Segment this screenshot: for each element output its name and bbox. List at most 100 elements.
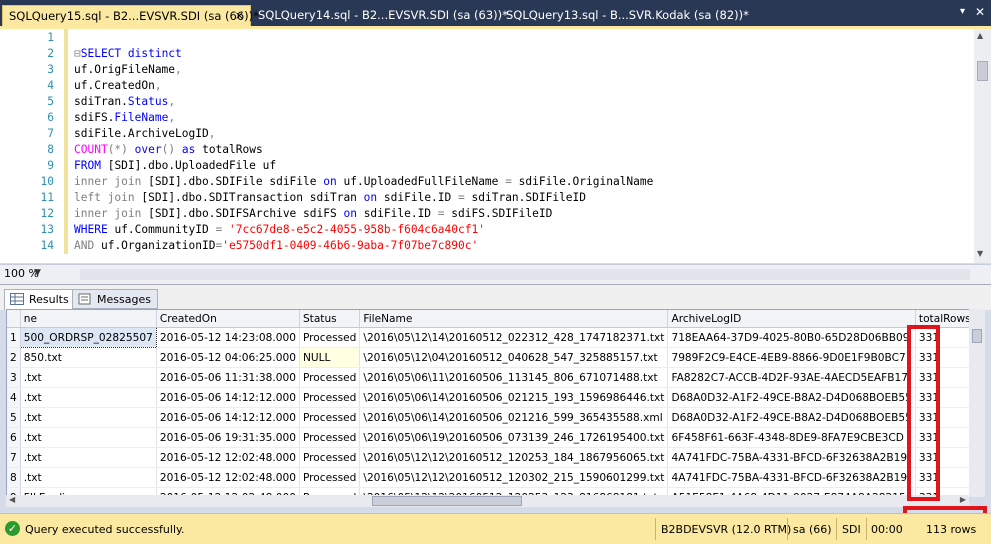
table-cell-file[interactable]: \2016\05\06\14\20160506_021216_599_36543… bbox=[359, 407, 669, 428]
sql-editor[interactable]: 1 ⊟SELECT distinct 2 uf.OrigFileName, 3 … bbox=[0, 29, 974, 263]
editor-horizontal-scrollbar[interactable] bbox=[80, 269, 970, 280]
line-number: 4 bbox=[47, 79, 54, 92]
table-cell-archive[interactable]: 6F458F61-663F-4348-8DE9-8FA7E9CBE3CD bbox=[667, 427, 916, 448]
table-cell-archive[interactable]: 4A741FDC-75BA-4331-BFCD-6F32638A2B19 bbox=[667, 447, 916, 468]
table-cell-status[interactable]: Processed bbox=[299, 367, 361, 388]
tab-messages[interactable]: Messages bbox=[72, 289, 158, 309]
code-line-2: uf.OrigFileName, bbox=[74, 63, 182, 76]
grid-vertical-scrollbar[interactable] bbox=[969, 309, 985, 497]
zoom-bar: 100 % ▼ bbox=[0, 264, 991, 284]
row-number-cell[interactable]: 3 bbox=[7, 367, 21, 388]
tab-label: Results bbox=[29, 293, 69, 306]
table-cell-name[interactable]: .txt bbox=[20, 447, 157, 468]
column-header-archivelogid[interactable]: ArchiveLogID bbox=[667, 310, 916, 328]
table-cell-file[interactable]: \2016\05\06\11\20160506_113145_806_67107… bbox=[359, 367, 669, 388]
table-cell-name[interactable]: 850.txt bbox=[20, 347, 157, 368]
tab-sqlquery15[interactable]: SQLQuery15.sql - B2...EVSVR.SDI (sa (66)… bbox=[2, 5, 259, 26]
table-cell-name[interactable]: .txt bbox=[20, 427, 157, 448]
table-cell-file[interactable]: \2016\05\12\12\20160512_120253_184_18679… bbox=[359, 447, 669, 468]
totalrows-highlight-box bbox=[907, 325, 940, 501]
table-row[interactable]: 4 .txt 2016-05-06 14:12:12.000 Processed \20… bbox=[7, 387, 970, 408]
table-cell-status[interactable]: Processed bbox=[299, 447, 361, 468]
close-icon[interactable]: × bbox=[235, 6, 244, 26]
table-cell-name[interactable]: .txt bbox=[20, 467, 157, 488]
table-row[interactable]: 8 .txt 2016-05-12 12:02:48.000 Processed \20… bbox=[7, 467, 970, 488]
scroll-down-icon[interactable]: ▼ bbox=[977, 249, 983, 258]
column-header-createdon[interactable]: CreatedOn bbox=[156, 310, 300, 328]
line-number: 1 bbox=[47, 31, 54, 44]
table-row[interactable]: 3 .txt 2016-05-06 11:31:38.000 Processed \20… bbox=[7, 367, 970, 388]
editor-vertical-scrollbar[interactable]: ▲ ▼ bbox=[974, 29, 991, 263]
grid-horizontal-scrollbar[interactable]: ◀ ▶ bbox=[6, 495, 969, 507]
table-cell-status[interactable]: Processed bbox=[299, 467, 361, 488]
chevron-down-icon[interactable]: ▼ bbox=[34, 268, 41, 278]
table-cell-name[interactable]: .txt bbox=[20, 407, 157, 428]
code-line-11: inner join [SDI].dbo.SDIFSArchive sdiFS … bbox=[74, 207, 553, 220]
column-header-filename[interactable]: FileName bbox=[359, 310, 669, 328]
table-cell-created[interactable]: 2016-05-06 19:31:35.000 bbox=[156, 427, 300, 448]
table-cell-status[interactable]: Processed bbox=[299, 327, 361, 348]
table-cell-archive[interactable]: D68A0D32-A1F2-49CE-B8A2-D4D068BOEB55 bbox=[667, 387, 916, 408]
table-cell-archive[interactable]: D68A0D32-A1F2-49CE-B8A2-D4D068BOEB55 bbox=[667, 407, 916, 428]
table-cell-created[interactable]: 2016-05-12 12:02:48.000 bbox=[156, 447, 300, 468]
tab-sqlquery14[interactable]: SQLQuery14.sql - B2...EVSVR.SDI (sa (63)… bbox=[252, 5, 514, 26]
table-row[interactable]: 5 .txt 2016-05-06 14:12:12.000 Processed \20… bbox=[7, 407, 970, 428]
table-cell-created[interactable]: 2016-05-12 12:02:48.000 bbox=[156, 467, 300, 488]
tab-results[interactable]: Results bbox=[4, 289, 76, 310]
table-cell-created[interactable]: 2016-05-12 14:23:08.000 bbox=[156, 327, 300, 348]
table-cell-file[interactable]: \2016\05\12\12\20160512_120302_215_15906… bbox=[359, 467, 669, 488]
scroll-left-icon[interactable]: ◀ bbox=[9, 495, 15, 504]
column-header-status[interactable]: Status bbox=[299, 310, 361, 328]
table-cell-archive[interactable]: 7989F2C9-E4CE-4EB9-8866-9D0E1F9B0BC7 bbox=[667, 347, 916, 368]
table-cell-name[interactable]: .txt bbox=[20, 367, 157, 388]
table-cell-file[interactable]: \2016\05\12\14\20160512_022312_428_17471… bbox=[359, 327, 669, 348]
close-window-icon[interactable]: ✕ bbox=[975, 5, 985, 19]
row-number-cell[interactable]: 1 bbox=[7, 327, 21, 348]
table-cell-name[interactable]: .txt bbox=[20, 387, 157, 408]
table-cell-archive[interactable]: 718EAA64-37D9-4025-80B0-65D28D06BB09 bbox=[667, 327, 916, 348]
row-number-cell[interactable]: 7 bbox=[7, 447, 21, 468]
table-cell-file[interactable]: \2016\05\06\14\20160506_021215_193_15969… bbox=[359, 387, 669, 408]
row-number-cell[interactable]: 5 bbox=[7, 407, 21, 428]
table-row[interactable]: 1 500_ORDRSP_02825507 2016-05-12 14:23:08.… bbox=[7, 327, 970, 348]
header-row: ne CreatedOn Status FileName ArchiveLogI… bbox=[7, 310, 970, 328]
divider bbox=[787, 518, 788, 540]
status-bar: ✓ Query executed successfully. B2BDEVSVR… bbox=[0, 513, 991, 544]
row-number-cell[interactable]: 4 bbox=[7, 387, 21, 408]
tab-sqlquery13[interactable]: SQLQuery13.sql - B...SVR.Kodak (sa (82))… bbox=[500, 5, 755, 26]
table-cell-status[interactable]: Processed bbox=[299, 387, 361, 408]
tab-label: SQLQuery15.sql - B2...EVSVR.SDI (sa (66)… bbox=[9, 9, 259, 23]
scrollbar-thumb[interactable] bbox=[372, 496, 522, 506]
table-cell-status[interactable]: NULL bbox=[299, 347, 361, 368]
table-row[interactable]: 2 850.txt 2016-05-12 04:06:25.000 NULL \2016… bbox=[7, 347, 970, 368]
table-cell-archive[interactable]: 4A741FDC-75BA-4331-BFCD-6F32638A2B19 bbox=[667, 467, 916, 488]
table-cell-status[interactable]: Processed bbox=[299, 427, 361, 448]
scrollbar-thumb[interactable] bbox=[977, 61, 988, 81]
table-cell-file[interactable]: \2016\05\06\19\20160506_073139_246_17261… bbox=[359, 427, 669, 448]
code-line-13: AND uf.OrganizationID='e5750df1-0409-46b… bbox=[74, 239, 479, 252]
table-row[interactable]: 6 .txt 2016-05-06 19:31:35.000 Processed \20… bbox=[7, 427, 970, 448]
table-cell-name[interactable]: 500_ORDRSP_02825507 bbox=[19, 327, 157, 348]
code-line-3: uf.CreatedOn, bbox=[74, 79, 162, 92]
table-cell-file[interactable]: \2016\05\12\04\20160512_040628_547_32588… bbox=[359, 347, 669, 368]
table-cell-created[interactable]: 2016-05-06 14:12:12.000 bbox=[156, 387, 300, 408]
scroll-up-icon[interactable]: ▲ bbox=[977, 31, 983, 40]
table-cell-created[interactable]: 2016-05-06 14:12:12.000 bbox=[156, 407, 300, 428]
scroll-right-icon[interactable]: ▶ bbox=[960, 495, 966, 504]
table-cell-archive[interactable]: FA8282C7-ACCB-4D2F-93AE-4AECD5EAFB17 bbox=[667, 367, 916, 388]
row-number-cell[interactable]: 2 bbox=[7, 347, 21, 368]
table-cell-status[interactable]: Processed bbox=[299, 407, 361, 428]
tab-list-dropdown-icon[interactable]: ▾ bbox=[960, 6, 965, 17]
table-cell-created[interactable]: 2016-05-12 04:06:25.000 bbox=[156, 347, 300, 368]
table-cell-created[interactable]: 2016-05-06 11:31:38.000 bbox=[156, 367, 300, 388]
messages-icon bbox=[78, 293, 91, 305]
table-row[interactable]: 7 .txt 2016-05-12 12:02:48.000 Processed \20… bbox=[7, 447, 970, 468]
row-number-cell[interactable]: 8 bbox=[7, 467, 21, 488]
row-number-cell[interactable]: 6 bbox=[7, 427, 21, 448]
column-header-origfilename[interactable]: ne bbox=[20, 310, 157, 328]
code-line-1: ⊟SELECT distinct bbox=[74, 47, 182, 60]
line-number: 10 bbox=[40, 175, 54, 188]
code-line-7: COUNT(*) over() as totalRows bbox=[74, 143, 263, 156]
scrollbar-thumb[interactable] bbox=[972, 329, 982, 343]
results-grid[interactable]: ne CreatedOn Status FileName ArchiveLogI… bbox=[6, 309, 971, 497]
